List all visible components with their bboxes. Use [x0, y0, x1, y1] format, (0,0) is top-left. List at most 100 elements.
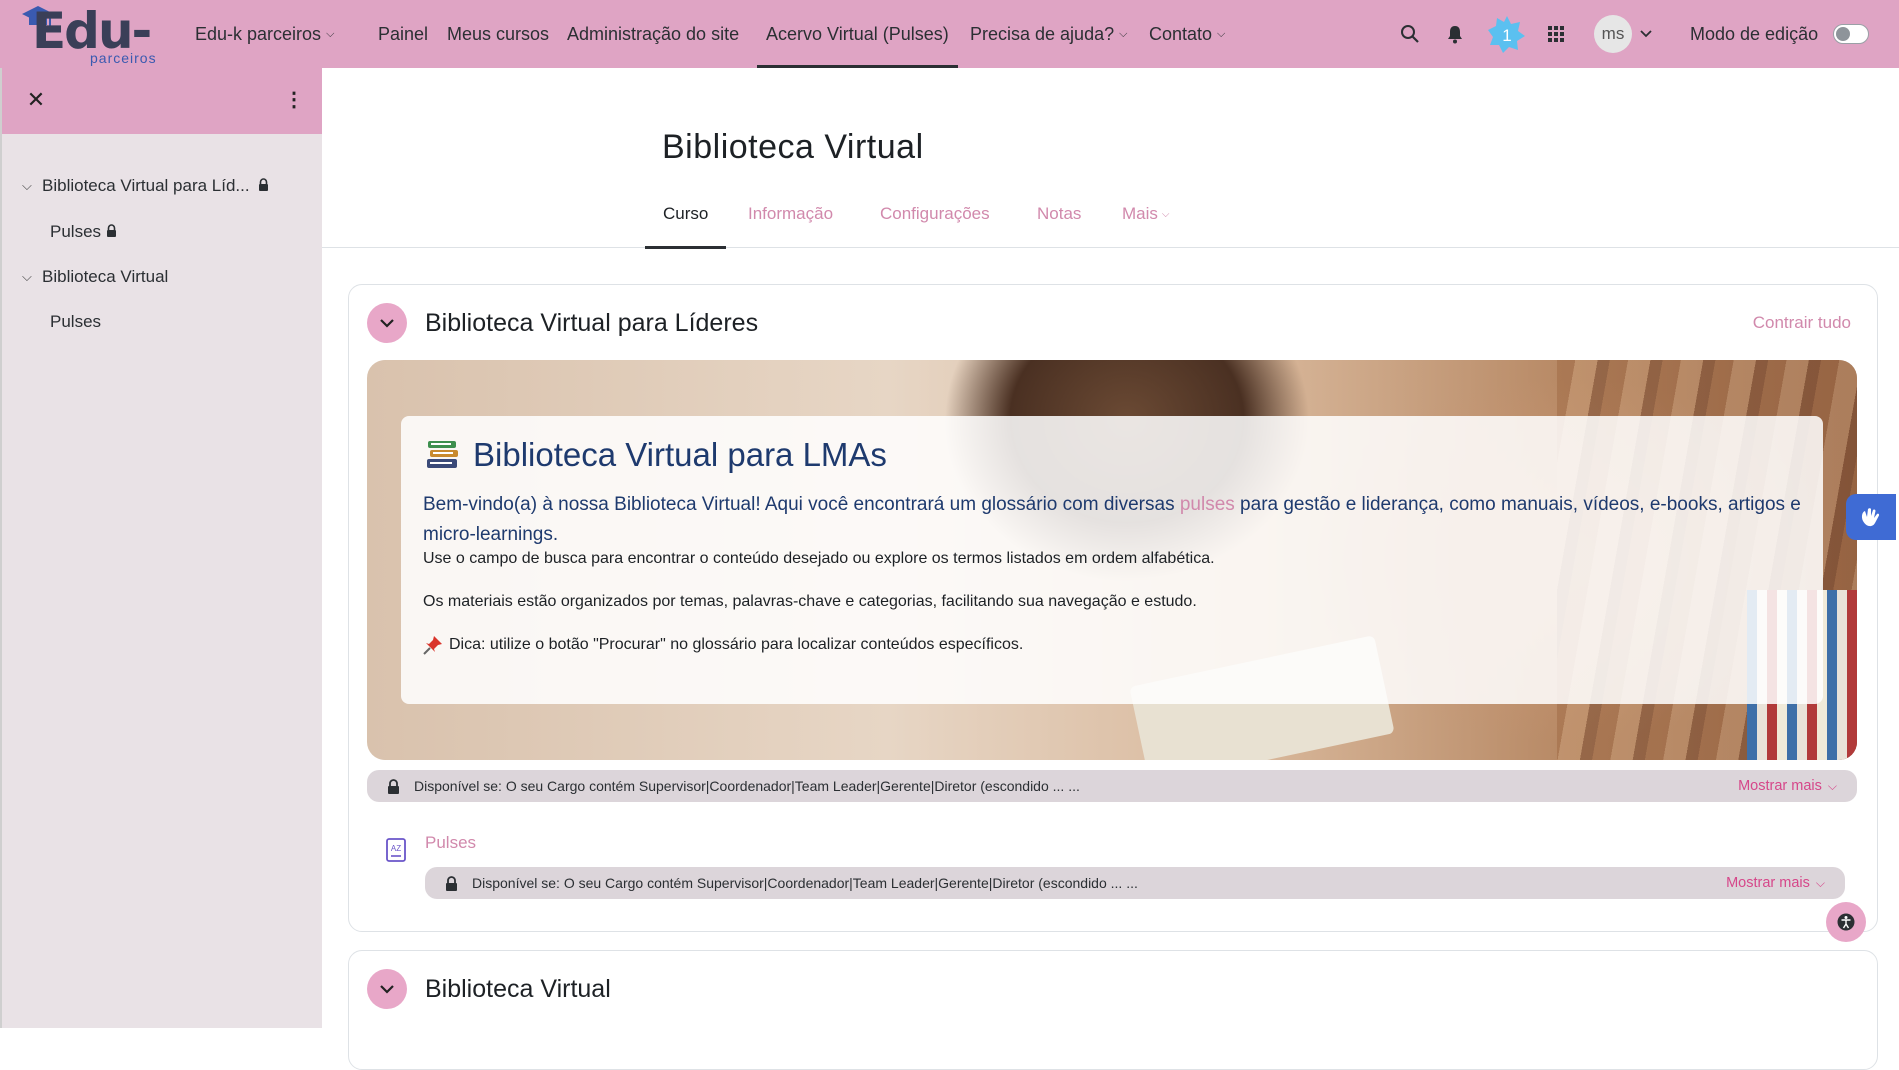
- tab-mais[interactable]: Mais ⌵: [1122, 180, 1170, 248]
- hero-intro: Bem-vindo(a) à nossa Biblioteca Virtual!…: [423, 490, 1813, 550]
- show-more-label: Mostrar mais: [1726, 875, 1810, 891]
- brand-tagline: parceiros: [90, 50, 157, 66]
- hero-banner: Biblioteca Virtual para LMAs Bem-vindo(a…: [367, 360, 1857, 760]
- tab-label: Curso: [663, 204, 709, 223]
- show-more-link[interactable]: Mostrar mais ⌵: [1738, 778, 1837, 794]
- drawer-item-label: Pulses: [50, 222, 102, 241]
- restriction-text: Disponível se: O seu Cargo contém Superv…: [414, 778, 1080, 794]
- top-navbar: Edu-k parceiros Edu-k parceiros⌵ Painel …: [0, 0, 1899, 122]
- course-section-lideres: Biblioteca Virtual para Líderes Contrair…: [348, 284, 1878, 932]
- drawer-section-biblioteca-lideres[interactable]: ⌵ Biblioteca Virtual para Líd...: [2, 164, 322, 208]
- nav-contato[interactable]: Contato ⌵: [1149, 0, 1225, 68]
- course-tabs: Curso Informação Configurações Notas Mai…: [322, 180, 1899, 249]
- chevron-down-icon: ⌵: [326, 27, 335, 40]
- tab-notas[interactable]: Notas: [1037, 180, 1081, 248]
- drawer-section-biblioteca-virtual[interactable]: ⌵ Biblioteca Virtual: [2, 255, 322, 299]
- kebab-menu-icon[interactable]: ⋮: [282, 88, 306, 112]
- chevron-down-icon: ⌵: [1119, 27, 1128, 40]
- nav-edu-k-parceiros[interactable]: Edu-k parceiros ⌵: [195, 0, 334, 68]
- chevron-down-icon: ⌵: [1815, 875, 1825, 890]
- edit-mode-label: Modo de edição: [1690, 0, 1818, 68]
- activity-restriction-bar: Disponível se: O seu Cargo contém Superv…: [425, 867, 1845, 899]
- chevron-down-icon[interactable]: ⌵: [22, 178, 42, 194]
- page-title: Biblioteca Virtual: [662, 128, 924, 166]
- close-icon[interactable]: ✕: [24, 88, 48, 112]
- section-collapse-toggle[interactable]: [367, 303, 407, 343]
- hero-tip: Dica: utilize o botão "Procurar" no glos…: [423, 635, 1023, 655]
- section-restriction-bar: Disponível se: O seu Cargo contém Superv…: [367, 770, 1857, 802]
- chevron-down-icon: ⌵: [1217, 27, 1226, 40]
- chevron-down-icon[interactable]: ⌵: [22, 269, 42, 285]
- nav-meus-cursos[interactable]: Meus cursos: [447, 0, 549, 68]
- drawer-header: ✕ ⋮: [2, 68, 322, 134]
- nav-label: Edu-k parceiros: [195, 23, 322, 44]
- chevron-down-icon: [380, 985, 394, 994]
- lock-icon: [445, 875, 458, 891]
- search-icon[interactable]: [1396, 20, 1424, 48]
- section-title: Biblioteca Virtual: [425, 975, 611, 1003]
- section-collapse-toggle[interactable]: [367, 969, 407, 1009]
- nav-label: Contato: [1149, 23, 1213, 44]
- user-avatar[interactable]: ms: [1594, 15, 1632, 53]
- drawer-item-pulses-locked[interactable]: Pulses: [2, 210, 322, 254]
- activity-pulses-link[interactable]: Pulses: [425, 833, 476, 853]
- hero-heading: Biblioteca Virtual para LMAs: [425, 436, 887, 474]
- drawer-section-label: Biblioteca Virtual: [42, 267, 169, 286]
- glossary-icon: AZ: [386, 838, 406, 862]
- tab-label: Informação: [748, 204, 834, 223]
- lock-icon: [387, 778, 400, 794]
- nav-label: Acervo Virtual (Pulses): [766, 23, 949, 44]
- restriction-text: Disponível se: O seu Cargo contém Superv…: [472, 875, 1138, 891]
- course-section-biblioteca-virtual: Biblioteca Virtual: [348, 950, 1878, 1070]
- user-initials: ms: [1601, 24, 1625, 43]
- pushpin-icon: [423, 636, 442, 655]
- hero-line-organized: Os materiais estão organizados por temas…: [423, 593, 1197, 610]
- show-more-label: Mostrar mais: [1738, 778, 1822, 794]
- chevron-down-icon: ⌵: [1161, 208, 1170, 220]
- nav-label: Meus cursos: [447, 23, 550, 44]
- tab-informacao[interactable]: Informação: [748, 180, 833, 248]
- accessibility-menu-button[interactable]: [1826, 902, 1866, 942]
- tip-text: Dica: utilize o botão "Procurar" no glos…: [449, 636, 1024, 653]
- nav-acervo-virtual[interactable]: Acervo Virtual (Pulses): [757, 0, 958, 68]
- books-stack-icon: [427, 441, 458, 468]
- section-title: Biblioteca Virtual para Líderes: [425, 309, 759, 337]
- hero-text-panel: Biblioteca Virtual para LMAs Bem-vindo(a…: [401, 416, 1823, 704]
- svg-text:AZ: AZ: [391, 844, 401, 853]
- collapse-all-link[interactable]: Contrair tudo: [1753, 313, 1851, 333]
- drawer-item-pulses[interactable]: Pulses: [2, 300, 322, 344]
- accessibility-person-icon: [1837, 913, 1855, 931]
- notification-badge-icon[interactable]: 1: [1487, 14, 1527, 54]
- drawer-item-label: Pulses: [50, 312, 102, 331]
- edit-mode-text: Modo de edição: [1690, 23, 1819, 44]
- nav-precisa-de-ajuda[interactable]: Precisa de ajuda? ⌵: [970, 0, 1127, 68]
- bell-icon[interactable]: [1441, 20, 1469, 48]
- hero-heading-text: Biblioteca Virtual para LMAs: [473, 436, 887, 473]
- hero-line-search: Use o campo de busca para encontrar o co…: [423, 550, 1215, 567]
- tab-label: Notas: [1037, 204, 1082, 223]
- user-menu-chevron-down-icon[interactable]: [1634, 20, 1658, 48]
- tab-configuracoes[interactable]: Configurações: [880, 180, 990, 248]
- nav-administracao-do-site[interactable]: Administração do site: [567, 0, 739, 68]
- lock-icon: [106, 222, 117, 242]
- lock-icon: [258, 176, 269, 196]
- tab-curso[interactable]: Curso: [644, 180, 727, 249]
- sign-language-accessibility-button[interactable]: [1846, 494, 1896, 540]
- sign-language-hands-icon: [1861, 508, 1880, 527]
- main-content: Biblioteca Virtual Curso Informação Conf…: [322, 68, 1899, 1070]
- intro-text: Bem-vindo(a) à nossa Biblioteca Virtual!…: [423, 494, 1180, 515]
- apps-grid-icon[interactable]: [1542, 20, 1570, 48]
- edit-mode-toggle[interactable]: [1833, 24, 1869, 44]
- show-more-link[interactable]: Mostrar mais ⌵: [1726, 875, 1825, 891]
- tab-label: Mais: [1122, 204, 1158, 223]
- pulses-highlight-link[interactable]: pulses: [1180, 494, 1235, 515]
- tab-label: Configurações: [880, 204, 990, 223]
- nav-label: Administração do site: [567, 23, 740, 44]
- nav-label: Painel: [378, 23, 429, 44]
- nav-painel[interactable]: Painel: [378, 0, 428, 68]
- chevron-down-icon: ⌵: [1827, 778, 1837, 793]
- svg-text:1: 1: [1502, 26, 1511, 45]
- chevron-down-icon: [380, 319, 394, 328]
- drawer-section-label: Biblioteca Virtual para Líd...: [42, 176, 250, 195]
- site-logo[interactable]: Edu-k parceiros: [18, 2, 168, 122]
